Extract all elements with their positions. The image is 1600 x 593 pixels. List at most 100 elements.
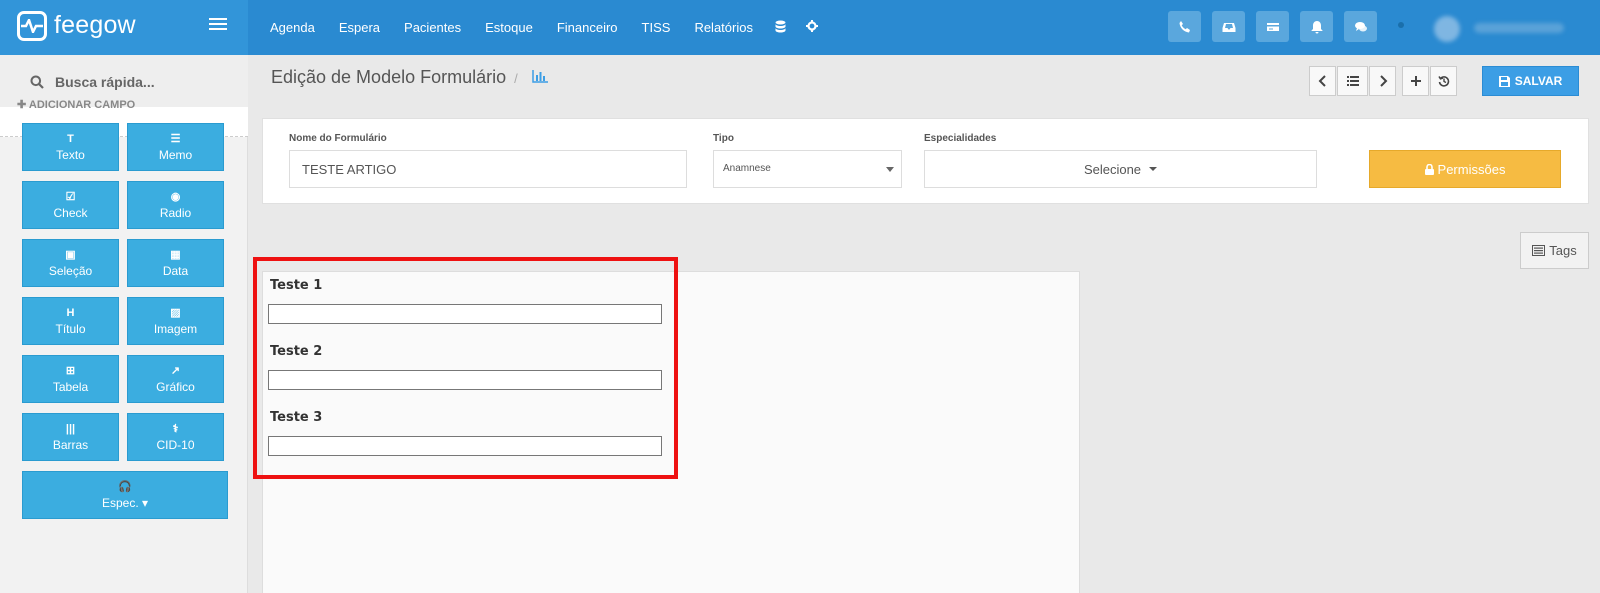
plus-icon: ✚ — [17, 99, 27, 111]
field-label: Memo — [158, 148, 193, 162]
plus-icon — [1410, 76, 1421, 86]
barcode-icon: ||| — [65, 423, 76, 435]
type-select-value: Anamnese — [723, 163, 771, 174]
add-check-field-button[interactable]: ☑ Check — [22, 181, 119, 229]
add-memo-field-button[interactable]: ☰ Memo — [127, 123, 224, 171]
brand-name[interactable]: feegow — [54, 11, 136, 40]
nav-pacientes[interactable]: Pacientes — [392, 20, 473, 35]
add-chart-field-button[interactable]: ↗ Gráfico — [127, 355, 224, 403]
tags-label: Tags — [1549, 243, 1577, 258]
lock-icon — [1424, 163, 1434, 175]
specialties-value: Selecione — [1083, 161, 1142, 177]
field-label: Título — [55, 322, 86, 336]
card-icon[interactable] — [1256, 11, 1289, 42]
checkbox-icon: ☑ — [65, 191, 76, 203]
field-label: Seleção — [48, 264, 93, 278]
permissions-button[interactable]: Permissões — [1369, 150, 1561, 188]
add-specialty-field-dropdown[interactable]: 🎧 Espec. ▾ — [22, 471, 228, 519]
bell-icon[interactable] — [1300, 11, 1333, 42]
caret-down-icon — [1149, 167, 1158, 171]
nav-espera[interactable]: Espera — [327, 20, 392, 35]
page-title: Edição de Modelo Formulário — [271, 67, 507, 87]
field-label: Radio — [159, 206, 192, 220]
add-title-field-button[interactable]: H Título — [22, 297, 119, 345]
field-label: Gráfico — [156, 380, 195, 394]
chevron-left-icon — [1318, 75, 1326, 87]
main-nav: Agenda Espera Pacientes Estoque Financei… — [258, 0, 828, 55]
status-indicator — [1398, 22, 1404, 28]
add-radio-field-button[interactable]: ◉ Radio — [127, 181, 224, 229]
chevron-right-icon — [1379, 75, 1387, 87]
headset-icon: 🎧 — [118, 481, 132, 493]
brand-area: feegow — [0, 0, 248, 55]
nav-agenda[interactable]: Agenda — [258, 20, 327, 35]
add-field-title: ✚ ADICIONAR CAMPO — [17, 98, 135, 111]
tags-button[interactable]: Tags — [1520, 232, 1589, 269]
search-icon — [30, 75, 44, 89]
image-icon: ▨ — [170, 307, 181, 319]
text-icon: T — [67, 133, 74, 145]
bar-chart-icon[interactable] — [532, 70, 548, 83]
caret-down-icon: ▾ — [142, 496, 149, 510]
gear-icon[interactable] — [796, 20, 828, 35]
add-date-field-button[interactable]: ▦ Data — [127, 239, 224, 287]
list-button[interactable] — [1337, 66, 1368, 96]
inbox-icon[interactable] — [1212, 11, 1245, 42]
history-icon — [1437, 76, 1449, 87]
nav-estoque[interactable]: Estoque — [473, 20, 545, 35]
quick-search-input[interactable] — [55, 69, 235, 95]
radio-icon: ◉ — [170, 191, 181, 203]
record-toolbar — [1309, 66, 1458, 96]
highlight-box — [253, 257, 678, 479]
database-icon[interactable] — [765, 20, 796, 36]
heading-icon: H — [66, 307, 75, 319]
user-name-blurred — [1474, 23, 1564, 33]
form-settings-panel: Nome do Formulário Tipo Anamnese Especia… — [262, 118, 1589, 204]
field-label: Data — [162, 264, 189, 278]
select-icon: ▣ — [65, 249, 76, 261]
nav-financeiro[interactable]: Financeiro — [545, 20, 630, 35]
add-select-field-button[interactable]: ▣ Seleção — [22, 239, 119, 287]
feegow-logo-icon[interactable] — [17, 11, 47, 41]
top-navbar: feegow Agenda Espera Pacientes Estoque F… — [0, 0, 1600, 55]
nav-tiss[interactable]: TISS — [630, 20, 683, 35]
permissions-label: Permissões — [1437, 161, 1506, 177]
add-button[interactable] — [1402, 66, 1429, 96]
top-actions — [1168, 11, 1388, 42]
field-label: Imagem — [153, 322, 198, 336]
add-cid10-field-button[interactable]: ⚕ CID-10 — [127, 413, 224, 461]
user-menu[interactable] — [1434, 16, 1574, 42]
add-image-field-button[interactable]: ▨ Imagem — [127, 297, 224, 345]
page-title-bar: Edição de Modelo Formulário / — [271, 67, 526, 88]
specialties-dropdown[interactable]: Selecione — [924, 150, 1317, 188]
stethoscope-icon: ⚕ — [172, 423, 179, 435]
phone-icon[interactable] — [1168, 11, 1201, 42]
caret-down-icon — [886, 167, 894, 172]
field-label: Espec. — [101, 496, 139, 510]
add-field-label: ADICIONAR CAMPO — [28, 99, 136, 111]
type-select[interactable]: Anamnese — [713, 150, 902, 188]
save-label: SALVAR — [1514, 74, 1563, 88]
line-chart-icon: ↗ — [170, 365, 181, 377]
specialties-label: Especialidades — [924, 133, 997, 144]
add-barcode-field-button[interactable]: ||| Barras — [22, 413, 119, 461]
breadcrumb-separator: / — [514, 71, 518, 86]
history-button[interactable] — [1430, 66, 1457, 96]
nav-relatorios[interactable]: Relatórios — [682, 20, 765, 35]
calendar-icon: ▦ — [170, 249, 181, 261]
field-label: CID-10 — [156, 438, 195, 452]
field-label: Texto — [56, 148, 85, 162]
list-alt-icon — [1532, 245, 1546, 256]
field-label: Tabela — [52, 380, 89, 394]
add-text-field-button[interactable]: T Texto — [22, 123, 119, 171]
form-name-input[interactable] — [289, 150, 687, 188]
field-label: Check — [53, 206, 88, 220]
previous-button[interactable] — [1309, 66, 1336, 96]
avatar — [1434, 16, 1460, 42]
add-table-field-button[interactable]: ⊞ Tabela — [22, 355, 119, 403]
save-button[interactable]: SALVAR — [1482, 66, 1579, 96]
hamburger-menu-icon[interactable] — [209, 18, 227, 32]
chat-icon[interactable] — [1344, 11, 1377, 42]
list-icon — [1346, 76, 1359, 86]
next-button[interactable] — [1369, 66, 1396, 96]
